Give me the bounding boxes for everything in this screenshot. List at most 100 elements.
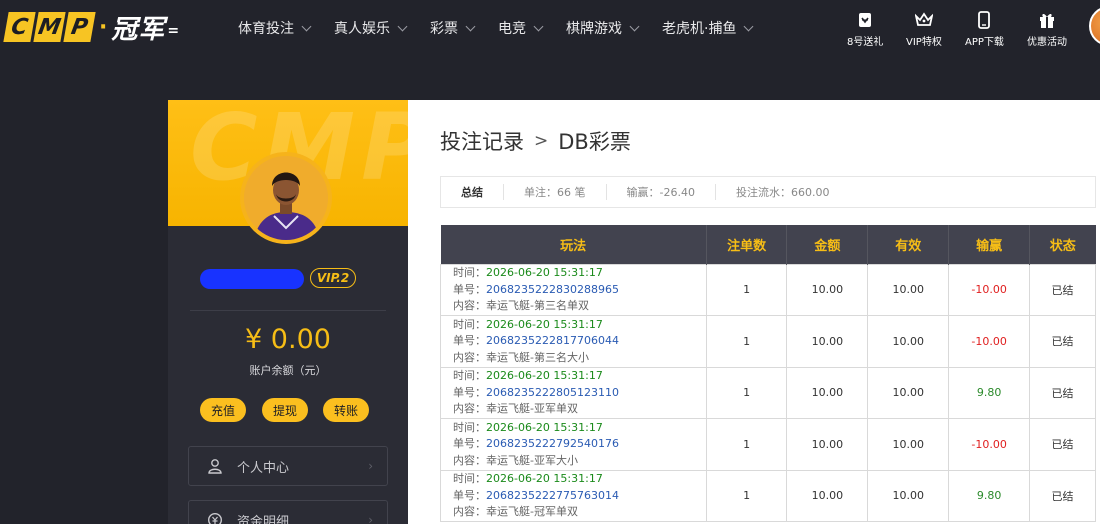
order-label: 单号：	[453, 282, 486, 296]
nav-item-slots-fishing[interactable]: 老虎机·捕鱼	[662, 18, 754, 38]
main-nav: 体育投注 真人娱乐 彩票 电竞 棋牌游戏 老虎机·捕鱼	[238, 0, 776, 56]
quick-link-app[interactable]: APP下载	[965, 10, 1004, 48]
time-label: 时间：	[453, 420, 486, 434]
time-label: 时间：	[453, 369, 486, 382]
bet-amount: 10.00	[786, 418, 869, 471]
bet-info-cell: 时间：2026-06-20 15:31:17 单号：206823522277576…	[440, 469, 707, 522]
nav-item-label: 电竞	[498, 21, 526, 37]
chevron-down-icon	[301, 21, 312, 31]
bet-info-cell: 时间：2026-06-20 15:31:17 单号：206823522283028…	[440, 263, 707, 316]
bet-time: 2026-06-20 15:31:17	[486, 317, 603, 331]
table-header-row: 玩法 注单数 金额 有效 输赢 状态	[440, 225, 1096, 264]
username-redacted	[200, 269, 304, 289]
bet-time: 2026-06-20 15:31:17	[486, 420, 603, 434]
order-label: 单号：	[453, 437, 486, 450]
transfer-button[interactable]: 转账	[323, 398, 369, 422]
bet-win-loss: -10.00	[948, 263, 1031, 316]
chevron-down-icon	[533, 21, 544, 31]
bet-time: 2026-06-20 15:31:17	[486, 266, 603, 279]
bet-time-line: 时间：2026-06-20 15:31:17	[453, 317, 706, 334]
bet-count: 1	[705, 263, 788, 316]
bet-status: 已结	[1029, 418, 1096, 471]
column-header-valid: 有效	[867, 225, 950, 264]
bet-content: 幸运飞艇-冠军单双	[486, 505, 578, 518]
user-avatar[interactable]	[1089, 6, 1100, 46]
quick-link-promotions[interactable]: 优惠活动	[1027, 10, 1067, 48]
bet-order-line: 单号：2068235222775763014	[453, 488, 706, 505]
deposit-button[interactable]: 充值	[200, 398, 246, 422]
gift-box-icon	[1037, 10, 1057, 30]
bet-order-number[interactable]: 2068235222805123110	[486, 386, 619, 399]
nav-item-card-games[interactable]: 棋牌游戏	[566, 18, 640, 38]
nav-item-label: 体育投注	[238, 21, 294, 37]
sidebar-item-label: 个人中心	[237, 460, 290, 476]
bet-amount: 10.00	[786, 315, 869, 368]
top-navigation-bar: C M P · 冠军 = 体育投注 真人娱乐 彩票 电竞 棋牌游戏 老虎机·捕鱼	[0, 0, 1100, 56]
table-row[interactable]: 时间：2026-06-20 15:31:17 单号：206823522277576…	[440, 469, 1096, 522]
bet-order-number[interactable]: 2068235222817706044	[486, 334, 619, 347]
nav-item-label: 彩票	[430, 21, 458, 37]
gift-card-icon	[855, 10, 875, 30]
bet-content-line: 内容：幸运飞艇-第三名大小	[453, 350, 706, 367]
logo-name: 冠军	[111, 14, 166, 45]
bet-order-number[interactable]: 2068235222775763014	[486, 489, 619, 502]
chevron-down-icon	[397, 21, 408, 31]
bet-amount: 10.00	[786, 366, 869, 419]
table-row[interactable]: 时间：2026-06-20 15:31:17 单号：206823522279254…	[440, 418, 1096, 471]
nav-item-live-casino[interactable]: 真人娱乐	[334, 18, 408, 38]
bet-count: 1	[705, 366, 788, 419]
bet-order-number[interactable]: 2068235222830288965	[486, 283, 619, 296]
table-row[interactable]: 时间：2026-06-20 15:31:17 单号：206823522281770…	[440, 315, 1096, 368]
bet-content: 幸运飞艇-亚军单双	[486, 402, 578, 415]
bet-time: 2026-06-20 15:31:17	[486, 369, 603, 382]
quick-link-vip[interactable]: VIP特权	[906, 10, 942, 48]
user-icon	[205, 456, 225, 476]
summary-bet-count: 单注：66 笔	[504, 184, 607, 200]
account-sidebar: CMP VIP.2 ¥ 0.00 账户余额（元） 充值 提现 转账 个人中心 ›…	[168, 100, 408, 524]
logo-letter: C	[3, 12, 36, 42]
site-logo[interactable]: C M P · 冠军 =	[3, 10, 179, 45]
summary-win-loss: 输赢：-26.40	[607, 184, 716, 200]
bet-records-panel: 投注记录 > DB彩票 总结 单注：66 笔 输赢：-26.40 投注流水：66…	[408, 100, 1100, 524]
logo-letter: M	[33, 12, 66, 42]
bet-info-cell: 时间：2026-06-20 15:31:17 单号：206823522280512…	[440, 366, 707, 419]
bet-valid-amount: 10.00	[867, 469, 950, 522]
time-label: 时间：	[453, 472, 486, 485]
profile-avatar[interactable]	[240, 152, 332, 244]
bet-time: 2026-06-20 15:31:17	[486, 472, 603, 485]
nav-item-esports[interactable]: 电竞	[498, 18, 544, 38]
bet-status: 已结	[1029, 366, 1096, 419]
bet-content-line: 内容：幸运飞艇-亚军大小	[453, 453, 706, 470]
balance-label: 账户余额（元）	[249, 364, 327, 377]
content-label: 内容：	[453, 350, 486, 364]
bet-records-table: 玩法 注单数 金额 有效 输赢 状态 时间：2026-06-20 15:31:1…	[440, 225, 1096, 522]
bet-content: 幸运飞艇-第三名单双	[486, 299, 589, 312]
table-row[interactable]: 时间：2026-06-20 15:31:17 单号：206823522280512…	[440, 366, 1096, 419]
bet-valid-amount: 10.00	[867, 315, 950, 368]
bet-content-line: 内容：幸运飞艇-冠军单双	[453, 504, 706, 521]
breadcrumb-parent[interactable]: 投注记录	[440, 126, 524, 156]
time-label: 时间：	[453, 317, 486, 331]
phone-icon	[974, 10, 994, 30]
sidebar-item-personal-center[interactable]: 个人中心 ›	[188, 446, 388, 486]
column-header-count: 注单数	[706, 225, 788, 264]
crown-icon	[914, 10, 934, 30]
quick-link-gift[interactable]: 8号送礼	[847, 10, 883, 48]
table-row[interactable]: 时间：2026-06-20 15:31:17 单号：206823522283028…	[440, 263, 1096, 316]
nav-item-lottery[interactable]: 彩票	[430, 18, 476, 38]
bet-order-number[interactable]: 2068235222792540176	[486, 437, 619, 450]
bet-info-cell: 时间：2026-06-20 15:31:17 单号：206823522279254…	[440, 418, 707, 471]
bet-amount: 10.00	[786, 469, 869, 522]
content-label: 内容：	[453, 299, 486, 312]
bet-time-line: 时间：2026-06-20 15:31:17	[453, 471, 706, 488]
bet-order-line: 单号：2068235222805123110	[453, 385, 706, 402]
quick-link-label: APP下载	[965, 37, 1004, 48]
withdraw-button[interactable]: 提现	[262, 398, 308, 422]
breadcrumb-separator: >	[534, 131, 549, 151]
bet-win-loss: -10.00	[948, 315, 1031, 368]
sidebar-item-fund-details[interactable]: 资金明细 ›	[188, 500, 388, 524]
chevron-down-icon	[465, 21, 476, 31]
nav-item-sports[interactable]: 体育投注	[238, 18, 312, 38]
divider	[190, 310, 386, 311]
bet-content: 幸运飞艇-亚军大小	[486, 453, 578, 467]
